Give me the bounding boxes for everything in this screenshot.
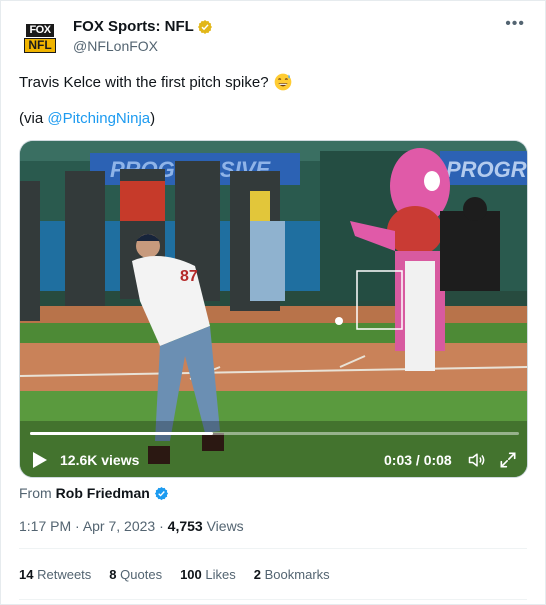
via-prefix: (via: [19, 110, 48, 127]
video-source-line: From Rob Friedman: [19, 485, 169, 501]
tweet-time[interactable]: 1:17 PM: [19, 518, 71, 534]
meta-separator: ·: [75, 518, 83, 534]
tweet-meta: 1:17 PM · Apr 7, 2023 · 4,753 Views: [19, 518, 244, 534]
meta-separator: ·: [159, 518, 168, 534]
video-frame: PROGRESSIVE PROGR: [20, 141, 527, 477]
divider: [19, 548, 527, 549]
author-avatar[interactable]: FOX NFL: [19, 17, 61, 59]
tweet-card: FOX NFL FOX Sports: NFL @NFLonFOX ••• Tr…: [0, 0, 546, 605]
tweet-text: Travis Kelce with the first pitch spike?: [19, 72, 293, 92]
stat-retweets[interactable]: 14 Retweets: [19, 567, 91, 582]
video-time: 0:03 / 0:08: [384, 452, 452, 468]
via-handle-link[interactable]: @PitchingNinja: [47, 110, 150, 127]
logo-top-text: FOX: [26, 23, 54, 37]
views-count: 4,753: [167, 518, 203, 534]
volume-icon[interactable]: [467, 450, 487, 470]
play-icon[interactable]: [32, 451, 48, 469]
tweet-via-line: (via @PitchingNinja): [19, 110, 155, 127]
views-label: Views: [206, 518, 244, 534]
author-name-row: FOX Sports: NFL: [73, 18, 213, 35]
source-prefix: From: [19, 485, 52, 501]
verified-gold-icon: [197, 19, 212, 34]
divider: [19, 599, 527, 600]
via-suffix: ): [150, 110, 156, 127]
banner-right-text: PROGR: [446, 157, 527, 182]
verified-blue-icon: [154, 486, 168, 500]
tweet-text-body: Travis Kelce with the first pitch spike?: [19, 73, 269, 91]
author-handle[interactable]: @NFLonFOX: [73, 38, 158, 54]
video-progress-bar[interactable]: [30, 432, 519, 435]
stat-quotes[interactable]: 8 Quotes: [109, 567, 162, 582]
logo-bottom-text: NFL: [24, 37, 56, 53]
video-player[interactable]: PROGRESSIVE PROGR: [19, 140, 528, 478]
video-progress-fill: [30, 432, 214, 435]
stat-bookmarks[interactable]: 2 Bookmarks: [254, 567, 330, 582]
more-options-icon[interactable]: •••: [505, 15, 525, 33]
video-views-count: 12.6K views: [60, 452, 140, 468]
source-name-link[interactable]: Rob Friedman: [56, 485, 150, 501]
jersey-number: 87: [180, 268, 198, 285]
stat-likes[interactable]: 100 Likes: [180, 567, 236, 582]
grinning-sweat-emoji-icon: [274, 73, 291, 91]
tweet-date[interactable]: Apr 7, 2023: [83, 518, 155, 534]
author-display-name[interactable]: FOX Sports: NFL: [73, 18, 194, 35]
fullscreen-icon[interactable]: [498, 450, 518, 470]
engagement-stats: 14 Retweets 8 Quotes 100 Likes 2 Bookmar…: [19, 567, 348, 582]
